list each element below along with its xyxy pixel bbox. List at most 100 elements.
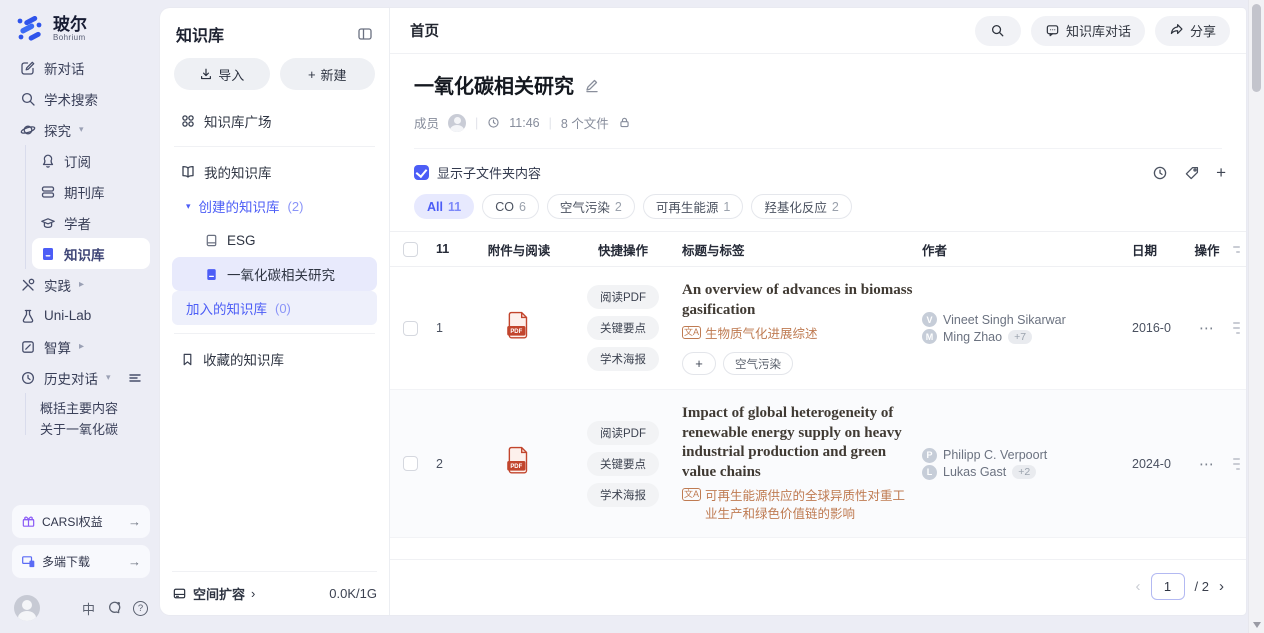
add-item-icon[interactable]: + <box>1216 164 1226 181</box>
next-page-icon[interactable]: › <box>1219 578 1224 595</box>
add-tag-button[interactable]: + <box>682 352 716 375</box>
author[interactable]: PPhilipp C. Verpoort <box>922 448 1126 463</box>
sidebar-item-history[interactable]: 历史对话 ▾ <box>12 362 150 393</box>
storage-row: 空间扩容 › 0.0K/1G <box>172 571 377 603</box>
filter-pills: All11 CO6 空气污染2 可再生能源1 羟基化反应2 <box>390 182 1246 219</box>
sidebar-label: 探究 <box>44 120 71 140</box>
filter-co[interactable]: CO6 <box>482 194 539 219</box>
edit-title-icon[interactable] <box>584 77 600 93</box>
new-library-button[interactable]: + 新建 <box>280 58 376 90</box>
file-count: 8 个文件 <box>561 113 609 132</box>
paper-title[interactable]: An overview of advances in biomass gasif… <box>682 281 916 320</box>
pdf-file-icon[interactable]: PDF <box>506 311 532 341</box>
author[interactable]: VVineet Singh Sikarwar <box>922 312 1126 327</box>
author[interactable]: MMing Zhao+7 <box>922 329 1126 344</box>
table-row[interactable]: 1 PDF 阅读PDF 关键要点 学术海报 An overview of adv… <box>390 267 1246 390</box>
sidebar-item-knowledge-base[interactable]: 知识库 <box>32 238 150 269</box>
help-icon[interactable]: ? <box>133 601 148 616</box>
library-item-esg[interactable]: ESG <box>172 223 377 257</box>
carsi-label: CARSI权益 <box>42 513 103 530</box>
key-points-button[interactable]: 关键要点 <box>587 316 659 340</box>
favorite-libraries-item[interactable]: 收藏的知识库 <box>172 342 377 376</box>
scrollbar-thumb[interactable] <box>1252 4 1261 92</box>
filter-all[interactable]: All11 <box>414 194 474 219</box>
pdf-file-icon[interactable]: PDF <box>506 446 532 476</box>
download-banner[interactable]: 多端下载 → <box>12 545 150 578</box>
more-authors-badge[interactable]: +2 <box>1012 465 1036 479</box>
sidebar-item-journals[interactable]: 期刊库 <box>32 176 150 207</box>
sidebar-item-practice[interactable]: 实践 ▸ <box>12 269 150 300</box>
tag-icon[interactable] <box>1184 165 1200 181</box>
header-quick-actions: 快捷操作 <box>570 240 682 259</box>
row-more-button[interactable]: ⋯ <box>1188 319 1232 337</box>
translate-icon: 文A <box>682 326 701 339</box>
row-checkbox[interactable] <box>403 456 418 471</box>
user-avatar[interactable] <box>14 595 40 621</box>
academic-poster-button[interactable]: 学术海报 <box>587 483 659 507</box>
search-icon <box>990 23 1005 38</box>
filter-hydroxylation[interactable]: 羟基化反应2 <box>751 194 851 219</box>
search-button[interactable] <box>975 16 1021 46</box>
sidebar-item-unilab[interactable]: Uni-Lab <box>12 300 150 331</box>
row-checkbox[interactable] <box>403 321 418 336</box>
current-page-input[interactable]: 1 <box>1151 573 1185 600</box>
key-points-button[interactable]: 关键要点 <box>587 452 659 476</box>
prev-page-icon[interactable]: ‹ <box>1136 578 1141 595</box>
sidebar-label: 学术搜索 <box>44 89 98 109</box>
created-libraries-group[interactable]: ▾ 创建的知识库 (2) <box>172 189 377 223</box>
table-row[interactable]: 2 PDF 阅读PDF 关键要点 学术海报 Impact of global h… <box>390 390 1246 538</box>
sidebar-label: 订阅 <box>64 151 91 171</box>
chat-icon <box>1045 23 1060 38</box>
scrollbar-down-arrow[interactable] <box>1253 622 1261 628</box>
library-plaza-item[interactable]: 知识库广场 <box>172 104 377 138</box>
sidebar-item-new-chat[interactable]: 新对话 <box>12 52 150 83</box>
vertical-scrollbar[interactable] <box>1248 0 1264 633</box>
read-pdf-button[interactable]: 阅读PDF <box>587 285 659 309</box>
sidebar-item-academic-search[interactable]: 学术搜索 <box>12 83 150 114</box>
academic-poster-button[interactable]: 学术海报 <box>587 347 659 371</box>
row-more-button[interactable]: ⋯ <box>1188 455 1232 473</box>
library-panel-title: 知识库 <box>176 22 224 46</box>
sidebar-item-computing[interactable]: 智算 ▸ <box>12 331 150 362</box>
carsi-banner[interactable]: CARSI权益 → <box>12 505 150 538</box>
more-authors-badge[interactable]: +7 <box>1008 330 1032 344</box>
storage-expand-link[interactable]: 空间扩容 <box>193 584 245 603</box>
paper-title-translation[interactable]: 文A生物质气化进展综述 <box>682 325 916 343</box>
member-avatar[interactable] <box>448 114 466 132</box>
filter-renewable[interactable]: 可再生能源1 <box>643 194 743 219</box>
history-list-icon[interactable] <box>128 371 142 385</box>
sidebar-item-subscribe[interactable]: 订阅 <box>32 145 150 176</box>
paper-title-translation[interactable]: 文A可再生能源供应的全球异质性对重工业生产和绿色价值链的影响 <box>682 487 916 523</box>
paper-title[interactable]: Impact of global heterogeneity of renewa… <box>682 404 916 482</box>
history-conversation[interactable]: 概括主要内容 <box>40 393 150 422</box>
row-index: 1 <box>436 321 474 335</box>
kb-chat-button[interactable]: 知识库对话 <box>1031 16 1145 46</box>
show-subfolders-checkbox[interactable] <box>414 165 429 180</box>
joined-libraries-group[interactable]: 加入的知识库 (0) <box>172 291 377 325</box>
list-toolbar: 显示子文件夹内容 + <box>390 149 1246 182</box>
tag-pill[interactable]: 空气污染 <box>723 352 793 375</box>
collapse-panel-icon[interactable] <box>357 26 373 42</box>
storage-disk-icon <box>172 586 187 601</box>
language-toggle-icon[interactable]: 中 <box>82 599 95 618</box>
sidebar-item-explore[interactable]: 探究 ▾ <box>12 114 150 145</box>
brand-logo[interactable]: 玻尔 Bohrium <box>12 12 150 52</box>
read-pdf-button[interactable]: 阅读PDF <box>587 421 659 445</box>
bookmark-icon <box>180 352 195 367</box>
import-button[interactable]: 导入 <box>174 58 270 90</box>
book-filled-icon <box>204 267 219 282</box>
chevron-down-icon: ▾ <box>106 372 111 383</box>
my-libraries-item[interactable]: 我的知识库 <box>172 155 377 189</box>
history-conversation[interactable]: 关于一氧化碳 <box>40 422 150 435</box>
library-item-co-research[interactable]: 一氧化碳相关研究 <box>172 257 377 291</box>
header-authors: 作者 <box>922 240 1132 259</box>
share-icon <box>1169 23 1184 38</box>
author[interactable]: LLukas Gast+2 <box>922 465 1126 480</box>
share-button[interactable]: 分享 <box>1155 16 1230 46</box>
import-icon <box>199 67 213 81</box>
feedback-chat-icon[interactable] <box>106 600 122 616</box>
select-all-checkbox[interactable] <box>403 242 418 257</box>
filter-air-pollution[interactable]: 空气污染2 <box>547 194 635 219</box>
sort-time-icon[interactable] <box>1152 165 1168 181</box>
sidebar-item-scholars[interactable]: 学者 <box>32 207 150 238</box>
